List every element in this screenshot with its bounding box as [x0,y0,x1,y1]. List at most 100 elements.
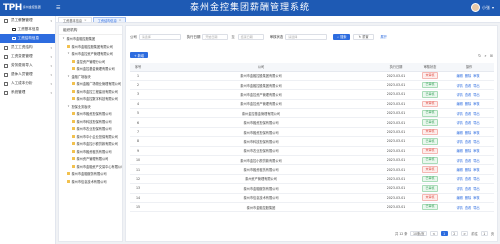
operation-link[interactable]: 查看 [465,206,471,210]
user-name[interactable]: 小张 [482,5,490,11]
operation-link[interactable]: 导出 [473,187,479,191]
tree-node[interactable]: 泰州市科技担保有限公司 [59,118,122,126]
sidebar-item[interactable]: 员工薪酬管理 ▾ [0,16,55,25]
page-size-select[interactable]: 10条/页 [410,230,427,237]
sidebar-subitem[interactable]: 工资结构信息 [0,34,55,43]
sidebar-item[interactable]: 退休人员管理 ▾ [0,70,55,79]
operation-link[interactable]: 审核 [473,74,479,78]
operation-link[interactable]: 审核 [473,168,479,172]
tree-node[interactable]: 泰州市金融控股集团有限公司 [59,43,122,51]
columns-icon[interactable]: ⊞ [490,53,493,58]
tree-node[interactable]: 泰州金融广场物业管理有限公司 [59,80,122,88]
tree-node[interactable]: 泰州市金控工程建设有限公司 [59,88,122,96]
prev-page-button[interactable]: < [430,230,438,237]
tree-node-label[interactable]: 泰州市金控数字科技有限公司 [77,96,118,101]
operation-link[interactable]: 查看 [465,159,471,163]
operation-link[interactable]: 审核 [473,149,479,153]
tree-node[interactable]: ▾ 泰州市金融控股集团 [59,35,122,43]
tree-node-label[interactable]: 泰州金融广场物业管理有限公司 [77,81,122,86]
page-number[interactable]: 2 [450,230,458,237]
caret-down-icon[interactable]: ▾ [67,74,70,78]
operation-link[interactable]: 编辑 [456,74,462,78]
operation-link[interactable]: 审核 [473,102,479,106]
tree-node-label[interactable]: 泰州市农业担保有限公司 [77,126,112,131]
tree-node[interactable]: 泰州市金控小额贷款有限公司 [59,140,122,148]
tree-node-label[interactable]: 泰州市金融资产交易中心有限公司 [77,164,123,169]
tree-node-label[interactable]: 泰州金控基金管理有限公司 [77,66,115,71]
operation-link[interactable]: 导出 [473,84,479,88]
operation-link[interactable]: 详情 [456,140,462,144]
operation-link[interactable]: 查看 [465,84,471,88]
tree-node-label[interactable]: 泰州资产管理有限公司 [77,156,109,161]
operation-link[interactable]: 查看 [465,93,471,97]
operation-link[interactable]: 删除 [465,149,471,153]
tree-node[interactable]: 泰州市融资担保有限公司 [59,110,122,118]
caret-down-icon[interactable]: ▾ [62,37,65,40]
operation-link[interactable]: 审核 [473,131,479,135]
tree-node[interactable]: 泰州市融资租赁有限公司 [59,148,122,156]
add-button[interactable]: + 新增 [130,52,149,58]
tree-node[interactable]: ▾ 担保业务板块 [59,103,122,111]
tab[interactable]: 工资结构信息 × [92,17,127,23]
operation-link[interactable]: 导出 [473,177,479,181]
operation-link[interactable]: 详情 [456,159,462,163]
operation-link[interactable]: 编辑 [456,149,462,153]
tree-node-label[interactable]: 泰州市金融控股集团 [67,36,96,41]
operation-link[interactable]: 编辑 [456,196,462,200]
operation-link[interactable]: 审核 [473,196,479,200]
operation-link[interactable]: 查看 [465,140,471,144]
operation-link[interactable]: 查看 [465,112,471,116]
operation-link[interactable]: 详情 [456,177,462,181]
tree-node[interactable]: 泰州市金控数字科技有限公司 [59,95,122,103]
tree-node-label[interactable]: 担保业务板块 [72,104,91,109]
date-end-input[interactable]: 结束日期 [237,33,264,40]
tree-node-label[interactable]: 金控资产管理分公司 [77,59,106,64]
operation-link[interactable]: 详情 [456,206,462,210]
date-start-input[interactable]: 开始日期 [202,33,229,40]
tree-node[interactable]: 泰州市中小企业担保有限公司 [59,133,122,141]
expand-filter-button[interactable]: 展开 [377,34,391,40]
operation-link[interactable]: 详情 [456,84,462,88]
operation-link[interactable]: 删除 [465,168,471,172]
operation-link[interactable]: 详情 [456,112,462,116]
operation-link[interactable]: 导出 [473,93,479,97]
sidebar-item[interactable]: 工资变更管理 ▾ [0,52,55,61]
operation-link[interactable]: 查看 [465,121,471,125]
search-icon[interactable]: ⌕ [484,53,486,58]
operation-link[interactable]: 详情 [456,93,462,97]
operation-link[interactable]: 删除 [465,102,471,106]
sidebar-item[interactable]: 劳务费用导入 ▾ [0,61,55,70]
next-page-button[interactable]: > [460,230,469,237]
reset-button[interactable]: ↻ 重置 [353,33,374,40]
operation-link[interactable]: 删除 [465,74,471,78]
tree-node[interactable]: 泰州金控基金管理有限公司 [59,65,122,73]
tree-node-label[interactable]: 泰州市金融服务有限公司 [72,171,107,176]
operation-link[interactable]: 删除 [465,196,471,200]
sidebar-item[interactable]: 人工成本分析 ▾ [0,79,55,88]
operation-link[interactable]: 导出 [473,206,479,210]
company-select[interactable]: 请选择 [138,33,181,40]
sidebar-item[interactable]: 员工工资结构 ▾ [0,43,55,52]
tree-node-label[interactable]: 泰州市金控资产管理有限公司 [72,51,113,56]
goto-page-input[interactable]: 1 [480,230,488,237]
chevron-down-icon[interactable]: ▾ [492,5,494,10]
tree-node-label[interactable]: 泰州市融资租赁有限公司 [77,149,112,154]
operation-link[interactable]: 编辑 [456,131,462,135]
tree-node-label[interactable]: 泰州市科技担保有限公司 [77,119,112,124]
page-number[interactable]: 1 [440,230,448,237]
operation-link[interactable]: 编辑 [456,102,462,106]
operation-link[interactable]: 删除 [465,131,471,135]
user-menu[interactable]: 小张 ▾ [470,3,494,12]
operation-link[interactable]: 查看 [465,177,471,181]
operation-link[interactable]: 导出 [473,112,479,116]
tree-node-label[interactable]: 泰州市融资担保有限公司 [77,111,112,116]
avatar[interactable] [470,3,480,12]
tree-node-label[interactable]: 泰州市信息技术有限公司 [72,179,107,184]
tree-node-label[interactable]: 泰州市金控工程建设有限公司 [77,89,118,94]
tree-node-label[interactable]: 金融广场板块 [72,74,91,79]
operation-link[interactable]: 查看 [465,187,471,191]
caret-down-icon[interactable]: ▾ [67,52,70,55]
tree-node[interactable]: 泰州资产管理有限公司 [59,155,122,163]
operation-link[interactable]: 详情 [456,187,462,191]
tab[interactable]: 工资基本信息 × [58,17,92,23]
